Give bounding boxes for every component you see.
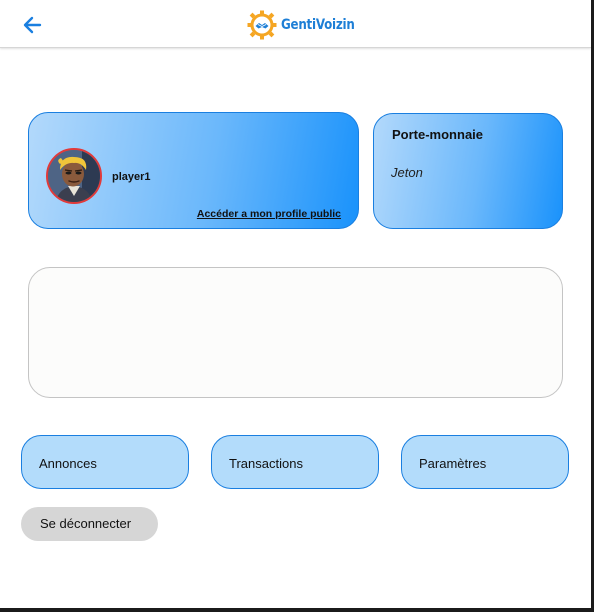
cartoon-character-avatar bbox=[48, 150, 100, 202]
parametres-label: Paramètres bbox=[419, 456, 487, 471]
transactions-label: Transactions bbox=[229, 456, 303, 471]
profile-page: GentiVoizin player1 Accéder a mon profil… bbox=[0, 0, 591, 608]
back-button[interactable] bbox=[20, 12, 46, 38]
logout-label: Se déconnecter bbox=[40, 516, 132, 531]
content-panel bbox=[28, 267, 563, 398]
username: player1 bbox=[112, 171, 151, 183]
app-logo[interactable]: GentiVoizin bbox=[247, 9, 371, 41]
annonces-button[interactable]: Annonces bbox=[21, 435, 189, 489]
profile-card: player1 Accéder a mon profile public bbox=[28, 112, 359, 229]
logout-button[interactable]: Se déconnecter bbox=[21, 507, 158, 541]
gear-handshake-icon bbox=[247, 10, 277, 40]
wallet-title: Porte-monnaie bbox=[392, 127, 484, 142]
wallet-card[interactable]: Porte-monnaie Jeton bbox=[373, 113, 563, 229]
public-profile-link[interactable]: Accéder a mon profile public bbox=[197, 208, 341, 220]
logo-text: GentiVoizin bbox=[281, 17, 355, 33]
wallet-token-label: Jeton bbox=[391, 165, 423, 180]
parametres-button[interactable]: Paramètres bbox=[401, 435, 569, 489]
avatar[interactable] bbox=[46, 148, 102, 204]
transactions-button[interactable]: Transactions bbox=[211, 435, 379, 489]
arrow-left-icon bbox=[23, 16, 42, 34]
annonces-label: Annonces bbox=[39, 456, 97, 471]
top-bar: GentiVoizin bbox=[0, 0, 591, 48]
